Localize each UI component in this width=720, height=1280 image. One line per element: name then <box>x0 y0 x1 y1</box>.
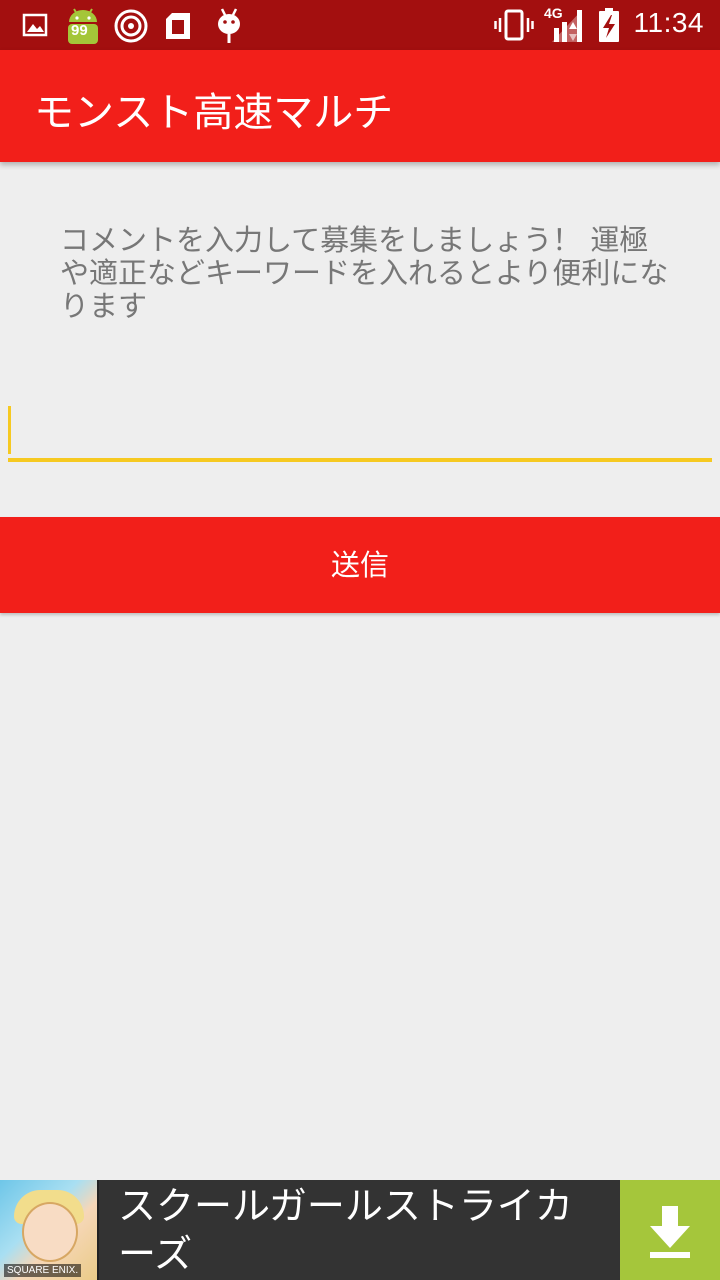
text-cursor <box>8 406 11 454</box>
vibrate-icon <box>494 9 534 41</box>
app-bar: モンスト高速マルチ <box>0 50 720 162</box>
sim-card-icon <box>166 13 190 39</box>
comment-hint-text: コメントを入力して募集をしましょう！ 運極や適正などキーワードを入れるとより便利… <box>60 223 669 323</box>
download-icon <box>650 1206 690 1258</box>
input-underline <box>8 458 712 462</box>
character-face <box>22 1202 78 1262</box>
notification-badge: 99 <box>71 22 88 39</box>
clock: 11:34 <box>633 7 704 38</box>
image-icon <box>22 13 48 37</box>
ad-brand-logo: SQUARE ENIX. <box>4 1264 82 1277</box>
comment-input[interactable] <box>8 400 712 462</box>
signal-icon <box>552 10 582 42</box>
send-button[interactable]: 送信 <box>0 517 720 613</box>
hotspot-icon <box>114 9 148 43</box>
ad-title[interactable]: スクールガールストライカーズ <box>118 1182 608 1278</box>
status-bar: 99 4G 11:34 <box>0 0 720 50</box>
battery-charging-icon <box>599 8 619 42</box>
app-title: モンスト高速マルチ <box>34 90 394 136</box>
ad-app-thumbnail[interactable]: SQUARE ENIX. <box>0 1180 99 1280</box>
ad-download-button[interactable] <box>620 1180 720 1280</box>
ad-banner[interactable]: SQUARE ENIX. スクールガールストライカーズ <box>0 1180 720 1280</box>
bug-icon <box>218 8 240 43</box>
